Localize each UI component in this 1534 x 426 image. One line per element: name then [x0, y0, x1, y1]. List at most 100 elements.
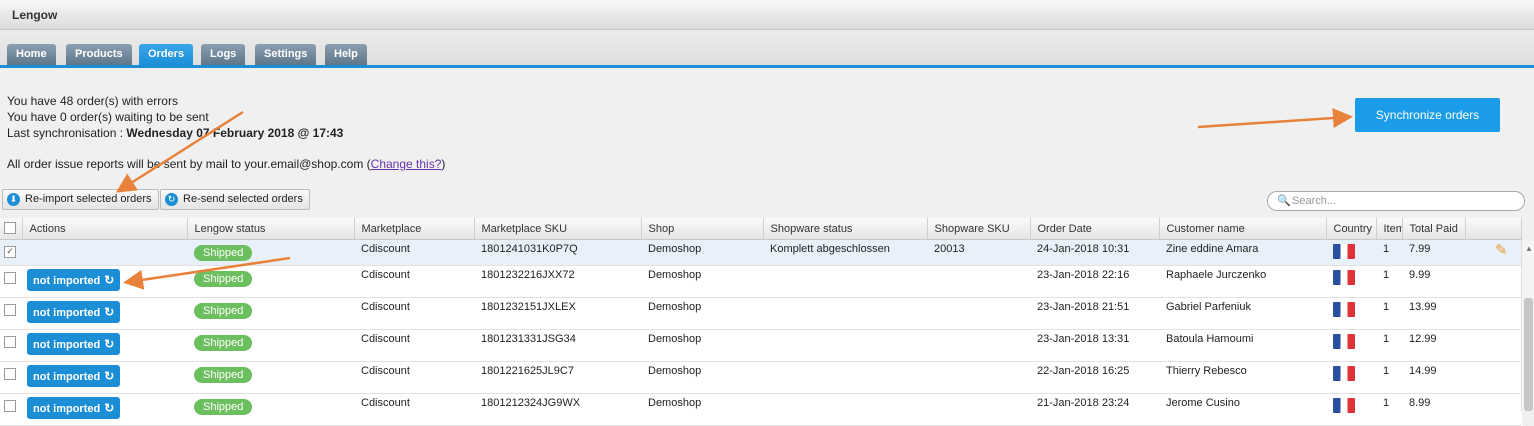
shipped-badge: Shipped	[194, 303, 253, 319]
cell-shopware-status	[763, 297, 927, 330]
synchronize-orders-button[interactable]: Synchronize orders	[1355, 98, 1500, 132]
row-select-cell[interactable]	[0, 329, 22, 362]
tab-home[interactable]: Home	[7, 44, 56, 65]
cell-shopware-sku	[927, 265, 1030, 298]
table-row[interactable]: not imported ↻ Shipped Cdiscount 18012321…	[0, 297, 1521, 330]
cell-actions: not imported ↻	[22, 297, 187, 330]
table-row[interactable]: not imported ↻ Shipped Cdiscount 18012322…	[0, 265, 1521, 298]
orders-table: Actions Lengow status Marketplace Market…	[0, 218, 1522, 426]
col-order-date[interactable]: Order Date	[1030, 218, 1160, 240]
cell-order-date: 23-Jan-2018 22:16	[1030, 265, 1159, 298]
cell-marketplace-sku: 1801232151JXLEX	[474, 297, 641, 330]
select-all-checkbox[interactable]	[4, 222, 16, 234]
col-actions[interactable]: Actions	[22, 218, 188, 240]
last-sync-date: Wednesday 07 February 2018 @ 17:43	[126, 126, 344, 140]
cell-shop: Demoshop	[641, 239, 763, 266]
col-lengow-status[interactable]: Lengow status	[187, 218, 355, 240]
cell-shopware-status	[763, 329, 927, 362]
cell-order-date: 24-Jan-2018 10:31	[1030, 239, 1159, 266]
cell-shop: Demoshop	[641, 265, 763, 298]
row-select-cell[interactable]	[0, 265, 22, 298]
cell-order-date: 21-Jan-2018 23:24	[1030, 393, 1159, 426]
france-flag-icon	[1333, 366, 1355, 381]
row-checkbox[interactable]	[4, 368, 16, 380]
cell-country	[1326, 239, 1376, 266]
tab-settings[interactable]: Settings	[255, 44, 317, 65]
table-row[interactable]: not imported ↻ Shipped Cdiscount 18012123…	[0, 393, 1521, 426]
scrollbar-thumb[interactable]	[1524, 298, 1533, 411]
not-imported-button[interactable]: not imported ↻	[27, 397, 121, 419]
col-shopware-status[interactable]: Shopware status	[763, 218, 928, 240]
row-checkbox[interactable]	[4, 400, 16, 412]
reimport-selected-button[interactable]: ⬇ Re-import selected orders	[2, 189, 159, 210]
tab-orders[interactable]: Orders	[139, 44, 194, 65]
cell-country	[1326, 297, 1376, 330]
resend-selected-button[interactable]: ↻ Re-send selected orders	[160, 189, 310, 210]
not-imported-button[interactable]: not imported ↻	[27, 333, 121, 355]
col-shopware-sku[interactable]: Shopware SKU	[927, 218, 1031, 240]
scroll-up-arrow-icon[interactable]: ▲	[1525, 244, 1533, 253]
tab-help[interactable]: Help	[325, 44, 367, 65]
cell-shopware-status	[763, 265, 927, 298]
not-imported-button[interactable]: not imported ↻	[27, 365, 121, 387]
row-checkbox[interactable]	[4, 336, 16, 348]
row-select-cell[interactable]	[0, 297, 22, 330]
shipped-badge: Shipped	[194, 399, 253, 415]
cell-customer-name: Zine eddine Amara	[1159, 239, 1326, 266]
tab-logs[interactable]: Logs	[201, 44, 246, 65]
refresh-icon: ↻	[104, 305, 115, 319]
cell-edit	[1465, 393, 1521, 426]
cell-actions: not imported ↻	[22, 393, 187, 426]
cell-lengow-status: Shipped	[187, 393, 354, 426]
change-email-link[interactable]: Change this?	[371, 157, 442, 171]
cell-total-paid: 9.99	[1402, 265, 1465, 298]
col-customer-name[interactable]: Customer name	[1159, 218, 1327, 240]
not-imported-label: not imported	[33, 275, 101, 287]
cell-country	[1326, 265, 1376, 298]
not-imported-button[interactable]: not imported ↻	[27, 301, 121, 323]
cell-items: 1	[1376, 265, 1402, 298]
mail-report-text: All order issue reports will be sent by …	[7, 157, 445, 171]
search-placeholder: Search...	[1292, 195, 1337, 207]
row-checkbox[interactable]	[4, 304, 16, 316]
tab-products[interactable]: Products	[66, 44, 132, 65]
col-edit	[1465, 218, 1522, 240]
row-checkbox[interactable]	[4, 272, 16, 284]
row-select-cell[interactable]: ✓	[0, 239, 22, 266]
table-row[interactable]: not imported ↻ Shipped Cdiscount 18012216…	[0, 361, 1521, 394]
row-checkbox[interactable]: ✓	[4, 246, 16, 258]
col-total-paid[interactable]: Total Paid	[1402, 218, 1466, 240]
not-imported-button[interactable]: not imported ↻	[27, 269, 121, 291]
col-marketplace[interactable]: Marketplace	[354, 218, 475, 240]
col-country[interactable]: Country	[1326, 218, 1377, 240]
col-marketplace-sku[interactable]: Marketplace SKU	[474, 218, 642, 240]
cell-items: 1	[1376, 297, 1402, 330]
edit-pencil-icon[interactable]: ✎	[1495, 241, 1508, 259]
table-row[interactable]: not imported ↻ Shipped Cdiscount 18012313…	[0, 329, 1521, 362]
cell-marketplace-sku: 1801212324JG9WX	[474, 393, 641, 426]
cell-actions: not imported ↻	[22, 329, 187, 362]
cell-lengow-status: Shipped	[187, 361, 354, 394]
errors-count-text: You have 48 order(s) with errors	[7, 94, 178, 108]
select-all-header[interactable]	[0, 218, 23, 240]
row-select-cell[interactable]	[0, 393, 22, 426]
not-imported-label: not imported	[33, 307, 101, 319]
mail-report-label: All order issue reports will be sent by …	[7, 157, 367, 171]
cell-customer-name: Raphaele Jurczenko	[1159, 265, 1326, 298]
table-row[interactable]: ✓ Shipped Cdiscount 1801241031K0P7Q Demo…	[0, 239, 1521, 266]
last-sync-label: Last synchronisation :	[7, 126, 127, 140]
refresh-icon: ↻	[104, 273, 115, 287]
col-shop[interactable]: Shop	[641, 218, 764, 240]
cell-shopware-sku	[927, 297, 1030, 330]
table-scrollbar[interactable]: ▲	[1521, 240, 1534, 411]
cell-marketplace: Cdiscount	[354, 393, 474, 426]
search-input[interactable]: 🔍 Search...	[1267, 191, 1525, 211]
reimport-label: Re-import selected orders	[25, 193, 152, 205]
cell-actions: not imported ↻	[22, 265, 187, 298]
cell-shop: Demoshop	[641, 329, 763, 362]
annotation-arrow-sync	[1197, 108, 1353, 129]
row-select-cell[interactable]	[0, 361, 22, 394]
cell-shopware-status	[763, 361, 927, 394]
col-items[interactable]: Items	[1376, 218, 1403, 240]
table-header-row: Actions Lengow status Marketplace Market…	[0, 218, 1522, 240]
